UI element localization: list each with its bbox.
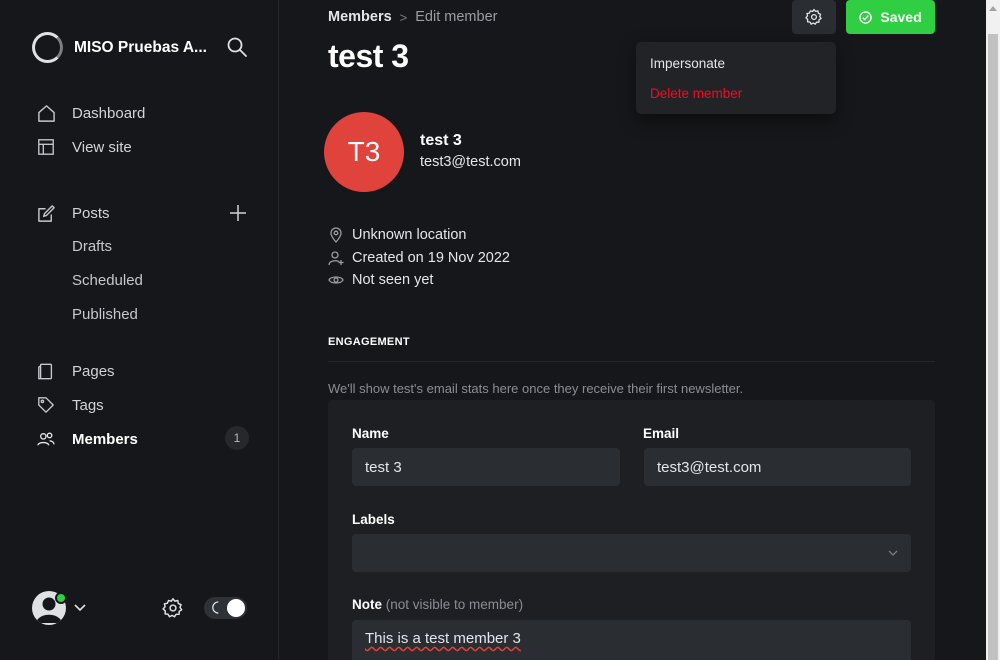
scrollbar-thumb[interactable]	[988, 34, 998, 660]
nav-drafts[interactable]: Drafts	[72, 238, 112, 255]
saved-label: Saved	[880, 9, 922, 25]
member-created: Created on 19 Nov 2022	[328, 250, 510, 266]
site-logo	[32, 32, 63, 63]
breadcrumb-separator: >	[399, 9, 408, 25]
toggle-knob	[227, 599, 245, 617]
nav-tags[interactable]: Tags	[36, 393, 104, 417]
member-actions-dropdown: Impersonate Delete member	[636, 42, 836, 114]
site-name: MISO Pruebas A...	[74, 38, 207, 56]
site-brand[interactable]: MISO Pruebas A...	[32, 32, 207, 63]
nav-dashboard-label: Dashboard	[72, 104, 146, 122]
name-field[interactable]	[352, 448, 620, 486]
gear-icon[interactable]	[162, 597, 184, 619]
impersonate-menu-item[interactable]: Impersonate	[650, 56, 725, 71]
nav-published[interactable]: Published	[72, 306, 138, 323]
eye-icon	[328, 276, 344, 284]
member-actions-button[interactable]	[792, 0, 836, 34]
nav-members-label: Members	[72, 430, 138, 448]
chevron-down-icon[interactable]	[73, 600, 87, 614]
user-add-icon	[328, 251, 344, 266]
member-email: test3@test.com	[420, 154, 521, 170]
home-icon	[36, 103, 56, 123]
breadcrumb-members-link[interactable]: Members	[328, 9, 392, 25]
labels-label: Labels	[352, 512, 395, 527]
member-location: Unknown location	[328, 227, 466, 243]
page-scrollbar[interactable]	[986, 0, 1000, 660]
engagement-note: We'll show test's email stats here once …	[328, 381, 744, 396]
nav-dashboard[interactable]: Dashboard	[36, 101, 145, 125]
gear-icon	[805, 8, 822, 25]
delete-member-menu-item[interactable]: Delete member	[650, 86, 742, 101]
breadcrumb: Members > Edit member	[328, 9, 497, 25]
online-status-dot	[55, 592, 67, 604]
layout-icon	[36, 137, 56, 157]
note-textarea[interactable]: This is a test member 3	[352, 620, 911, 660]
nav-posts[interactable]: Posts	[36, 201, 110, 225]
main-content: Members > Edit member test 3 Saved Imper…	[280, 0, 986, 660]
nav-scheduled[interactable]: Scheduled	[72, 272, 143, 289]
search-icon[interactable]	[226, 36, 248, 58]
nav-view-site[interactable]: View site	[36, 135, 132, 159]
location-pin-icon	[330, 227, 342, 243]
breadcrumb-current: Edit member	[415, 9, 498, 25]
note-label-text: Note	[352, 597, 382, 612]
member-location-text: Unknown location	[352, 227, 467, 243]
name-label: Name	[352, 426, 389, 441]
nav-members[interactable]: Members	[36, 427, 138, 451]
member-seen-text: Not seen yet	[352, 272, 434, 288]
member-created-text: Created on 19 Nov 2022	[352, 250, 510, 266]
member-avatar: T3	[324, 112, 404, 192]
edit-icon	[36, 203, 56, 223]
scroll-up-arrow-icon[interactable]	[986, 0, 1000, 17]
nav-tags-label: Tags	[72, 396, 104, 414]
member-last-seen: Not seen yet	[328, 272, 433, 288]
moon-icon	[212, 601, 219, 614]
saved-button[interactable]: Saved	[846, 0, 935, 34]
section-divider	[328, 361, 935, 362]
members-count-badge: 1	[225, 426, 249, 450]
nav-pages-label: Pages	[72, 362, 115, 380]
page-icon	[36, 361, 56, 381]
tag-icon	[36, 395, 56, 415]
chevron-down-icon	[888, 550, 898, 556]
plus-icon[interactable]	[228, 203, 248, 223]
note-label: Note (not visible to member)	[352, 597, 523, 612]
check-circle-icon	[859, 10, 873, 24]
note-text: This is a test member 3	[365, 630, 521, 647]
labels-select[interactable]	[352, 534, 911, 572]
note-hint: (not visible to member)	[385, 597, 524, 612]
email-label: Email	[643, 426, 680, 441]
sidebar: MISO Pruebas A... Dashboard View site Po…	[0, 0, 279, 660]
nav-pages[interactable]: Pages	[36, 359, 115, 383]
engagement-heading: ENGAGEMENT	[328, 336, 410, 348]
nav-view-site-label: View site	[72, 138, 132, 156]
nav-posts-label: Posts	[72, 204, 110, 222]
member-name: test 3	[420, 132, 462, 149]
page-title: test 3	[328, 38, 409, 74]
theme-toggle[interactable]	[204, 597, 247, 619]
users-icon	[36, 429, 56, 449]
member-form: Name Email Labels Note (not visible to m…	[328, 400, 935, 660]
email-field[interactable]	[644, 448, 911, 486]
